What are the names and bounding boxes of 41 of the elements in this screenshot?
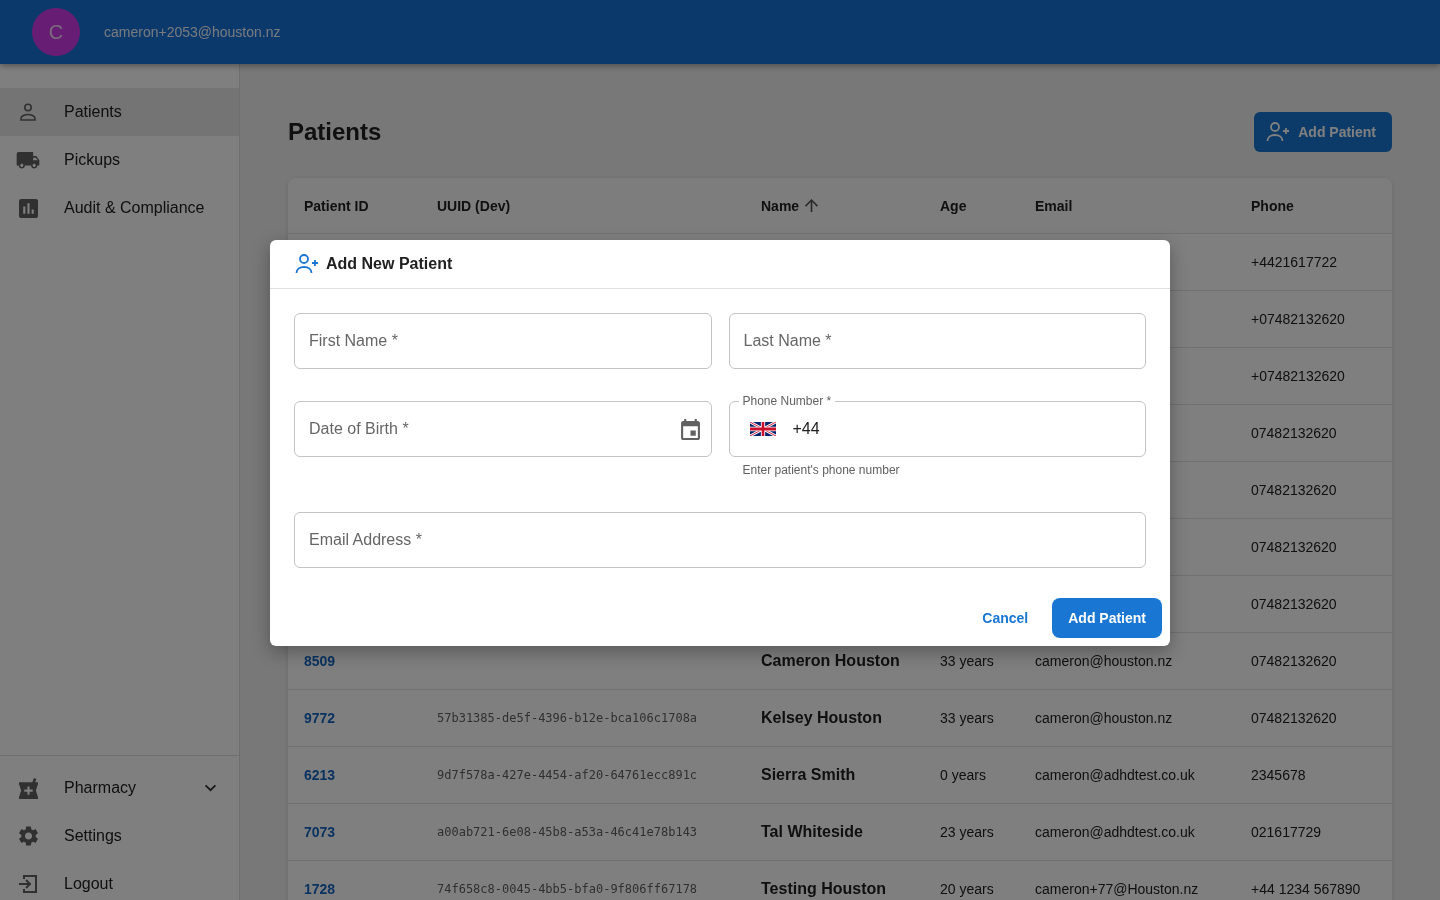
patient-name: Sierra Smith	[761, 766, 856, 784]
column-header: Patient ID	[304, 197, 369, 214]
user-email: cameron+2053@houston.nz	[104, 24, 281, 40]
patient-age: 0 years	[940, 767, 986, 783]
patient-age: 33 years	[940, 710, 994, 726]
patient-phone: 2345678	[1251, 767, 1306, 783]
column-header: Phone	[1251, 197, 1294, 214]
patient-name: Kelsey Houston	[761, 709, 882, 727]
patient-phone: +07482132620	[1251, 311, 1345, 327]
dialog-title: Add New Patient	[326, 255, 453, 273]
patient-email: cameron@houston.nz	[1035, 653, 1173, 669]
helper-text: Enter patient's phone number	[742, 462, 900, 479]
patient-email: cameron@adhdtest.co.uk	[1035, 824, 1195, 840]
patient-phone: +44 1234 567890	[1251, 881, 1361, 897]
patient-phone: 07482132620	[1251, 482, 1337, 498]
patient-uuid: a00ab721-6e08-45b8-a53a-46c41e78b143	[437, 825, 698, 839]
patient-age: 20 years	[940, 881, 994, 897]
patient-phone: 07482132620	[1251, 710, 1337, 726]
patient-age: 23 years	[940, 824, 994, 840]
patient-email: cameron@adhdtest.co.uk	[1035, 767, 1195, 783]
patient-uuid: 9d7f578a-427e-4454-af20-64761ecc891c	[437, 768, 698, 782]
column-header: Name	[761, 197, 800, 214]
patient-uuid: 74f658c8-0045-4bb5-bfa0-9f806ff67178	[437, 882, 698, 896]
patient-email: cameron@houston.nz	[1035, 710, 1173, 726]
page-title: Patients	[288, 118, 382, 146]
patient-name: Tal Whiteside	[761, 823, 863, 841]
patient-name: Cameron Houston	[761, 652, 900, 670]
patient-phone: 07482132620	[1251, 539, 1337, 555]
patient-email: cameron+77@Houston.nz	[1035, 881, 1199, 897]
patient-phone: 07482132620	[1251, 653, 1337, 669]
column-header: Age	[940, 197, 967, 214]
patient-phone: 07482132620	[1251, 425, 1337, 441]
patient-age: 33 years	[940, 653, 994, 669]
column-header: UUID (Dev)	[437, 197, 511, 214]
column-header: Email	[1035, 197, 1073, 214]
patient-phone: 07482132620	[1251, 596, 1337, 612]
patient-phone: +07482132620	[1251, 368, 1345, 384]
patient-phone: +4421617722	[1251, 254, 1338, 270]
patient-phone: 021617729	[1251, 824, 1322, 840]
patient-name: Testing Houston	[761, 880, 887, 898]
patient-uuid: 57b31385-de5f-4396-b12e-bca106c1708a	[437, 711, 698, 725]
